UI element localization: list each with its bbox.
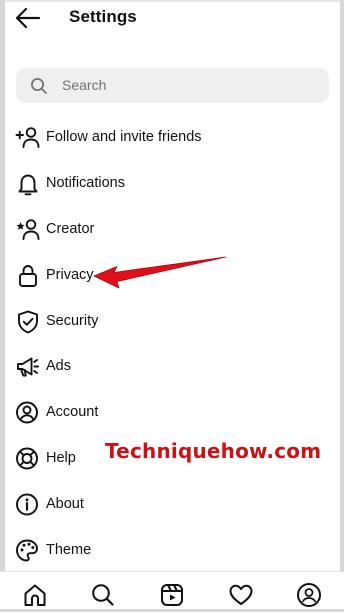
info-icon <box>15 492 41 518</box>
menu-item-ads[interactable]: Ads <box>0 344 344 388</box>
profile-icon <box>296 582 322 608</box>
nav-home[interactable] <box>22 582 48 608</box>
menu-item-label: Privacy <box>46 267 94 283</box>
add-person-icon <box>15 125 41 151</box>
account-circle-icon <box>15 400 41 426</box>
menu-item-label: About <box>46 496 84 512</box>
menu-item-label: Help <box>46 450 76 466</box>
menu-item-follow-invite[interactable]: Follow and invite friends <box>0 115 344 159</box>
nav-profile[interactable] <box>296 582 322 608</box>
header: Settings <box>0 0 344 40</box>
menu-item-account[interactable]: Account <box>0 390 344 434</box>
back-button[interactable] <box>12 4 44 32</box>
shield-check-icon <box>15 309 41 335</box>
menu-item-label: Theme <box>46 542 92 558</box>
lifebuoy-icon <box>15 446 41 472</box>
nav-search[interactable] <box>90 582 116 608</box>
menu-item-about[interactable]: About <box>0 482 344 526</box>
home-icon <box>22 582 48 608</box>
search-icon <box>29 76 49 96</box>
red-annotation-arrow <box>92 254 228 294</box>
page-title: Settings <box>69 7 137 26</box>
menu-item-creator[interactable]: Creator <box>0 207 344 251</box>
menu-item-label: Notifications <box>46 175 125 191</box>
menu-item-label: Security <box>46 313 99 329</box>
menu-item-security[interactable]: Security <box>0 299 344 343</box>
back-arrow-icon <box>12 4 44 32</box>
creator-star-person-icon <box>15 217 41 243</box>
watermark-text: Techniquehow.com <box>105 439 322 463</box>
lock-icon <box>15 263 41 289</box>
search-placeholder: Search <box>62 77 107 93</box>
bottom-nav <box>0 571 344 613</box>
menu-item-notifications[interactable]: Notifications <box>0 161 344 205</box>
reels-icon <box>159 582 185 608</box>
menu-item-label: Account <box>46 404 99 420</box>
menu-item-label: Creator <box>46 221 95 237</box>
megaphone-icon <box>15 354 41 380</box>
menu-item-theme[interactable]: Theme <box>0 528 344 572</box>
nav-activity[interactable] <box>228 582 254 608</box>
menu-item-label: Follow and invite friends <box>46 129 202 145</box>
search-input[interactable]: Search <box>16 68 329 103</box>
search-icon <box>90 582 116 608</box>
menu-item-label: Ads <box>46 358 71 374</box>
heart-icon <box>228 582 254 608</box>
bell-icon <box>15 171 41 197</box>
nav-reels[interactable] <box>159 582 185 608</box>
palette-icon <box>15 538 41 564</box>
